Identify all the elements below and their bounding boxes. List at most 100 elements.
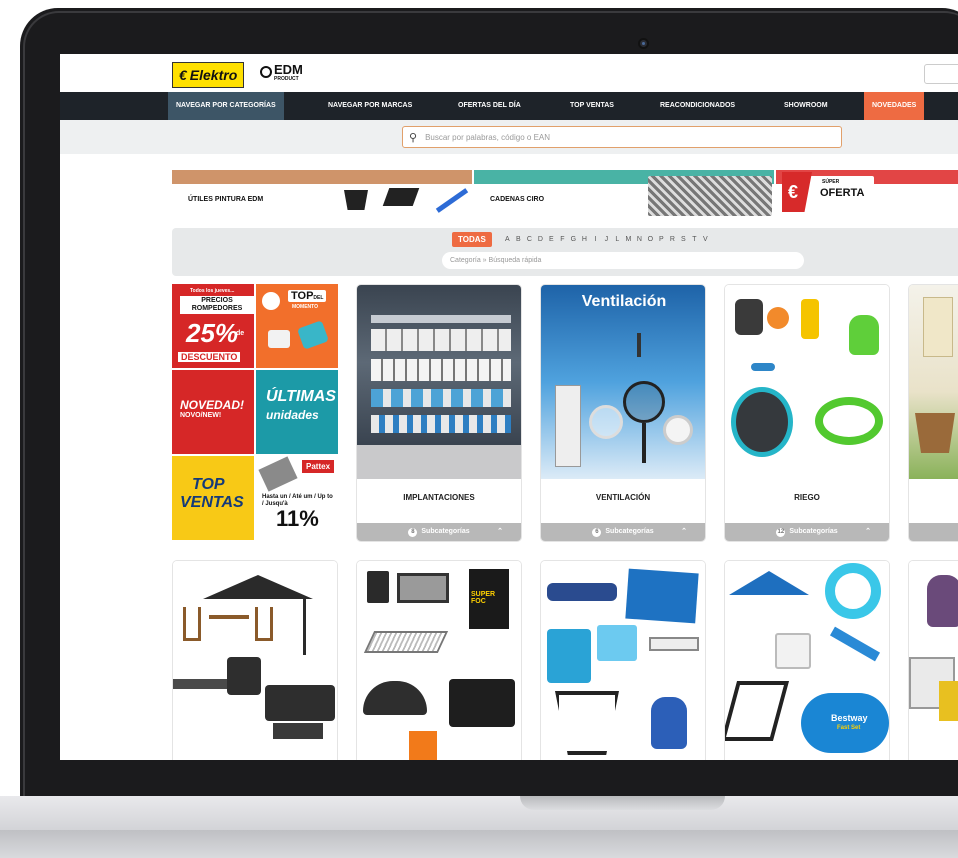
camping-table-icon — [649, 637, 699, 651]
sun-lounger-icon — [725, 681, 790, 741]
camping-chair-icon — [555, 691, 619, 755]
elektro-e-icon: € — [179, 67, 187, 83]
controller-icon — [801, 299, 819, 339]
nav-marcas[interactable]: NAVEGAR POR MARCAS — [328, 92, 412, 120]
category-card-mobiliario[interactable] — [172, 560, 338, 760]
charcoal-bag-icon: SUPER FOC — [469, 569, 509, 629]
filter-letter[interactable]: M — [623, 236, 634, 243]
category-card-ventilacion[interactable]: Ventilación VENTILACIÓN 6 Subcategorías ⌃ — [540, 284, 706, 542]
garden-products-image — [909, 285, 958, 479]
grill-grate-icon — [363, 631, 449, 653]
category-title: VENTILACIÓN — [595, 493, 651, 502]
category-card-piscina[interactable]: Bestway Fast Set — [724, 560, 890, 760]
air-mattress-icon — [547, 583, 617, 601]
ventilacion-image: Ventilación — [541, 285, 705, 479]
folding-chair-icon — [183, 607, 201, 641]
filter-letter[interactable]: V — [700, 236, 711, 243]
filter-letter[interactable]: E — [546, 236, 557, 243]
tower-fan-icon — [555, 385, 581, 467]
pest-control-image — [909, 561, 958, 760]
filter-letter[interactable]: H — [579, 236, 590, 243]
pressure-sprayer-icon — [849, 315, 879, 355]
subcategory-count: 6 — [592, 528, 602, 537]
promo-top-ventas[interactable]: TOP VENTAS — [172, 456, 254, 540]
barbecue-image: SUPER FOC — [357, 561, 521, 760]
edm-logo-text: EDM — [274, 62, 303, 77]
category-card-riego[interactable]: RIEGO 12 Subcategorías ⌃ — [724, 284, 890, 542]
filter-letter[interactable]: I — [590, 236, 601, 243]
promo-utiles-label: ÚTILES PINTURA EDM — [188, 196, 264, 203]
edm-ring-icon — [260, 66, 272, 78]
edm-logo[interactable]: EDM PRODUCT — [260, 62, 303, 82]
category-card-implantaciones[interactable]: IMPLANTACIONES 8 Subcategorías ⌃ — [356, 284, 522, 542]
promo-novedad[interactable]: NOVEDAD! NOVO/NEW! — [172, 370, 254, 454]
elektro-logo[interactable]: € Elektro — [172, 62, 245, 88]
filter-todas[interactable]: TODAS — [452, 232, 492, 247]
hose-reel-icon — [731, 387, 793, 457]
filter-letter[interactable]: R — [667, 236, 678, 243]
promo-25-descuento[interactable]: Todos los jueves... PRECIOS ROMPEDORES 2… — [172, 284, 254, 368]
bistro-table-icon — [209, 615, 249, 619]
header-input[interactable] — [924, 64, 958, 84]
nav-reacondicionados[interactable]: REACONDICIONADOS — [660, 92, 735, 120]
nav-novedades[interactable]: NOVEDADES — [864, 92, 925, 120]
category-card-camping[interactable] — [540, 560, 706, 760]
firelighters-icon — [409, 731, 437, 760]
category-card-barbacoas[interactable]: SUPER FOC — [356, 560, 522, 760]
stand-fan-icon — [623, 381, 665, 423]
promo-utiles-pintura[interactable]: ÚTILES PINTURA EDM — [172, 170, 472, 218]
riego-image — [725, 285, 889, 479]
category-card-partial[interactable] — [908, 284, 958, 542]
promo-cadenas-ciro[interactable]: CADENAS CIRO — [474, 170, 774, 218]
filter-letter[interactable]: T — [689, 236, 700, 243]
nav-ofertas[interactable]: OFERTAS DEL DÍA — [458, 92, 521, 120]
search-input[interactable]: ⚲ Buscar por palabras, código o EAN — [402, 126, 842, 148]
laptop-bottom — [0, 830, 958, 858]
filter-letter[interactable]: S — [678, 236, 689, 243]
gas-bottle-icon — [651, 697, 687, 749]
quick-search-input[interactable]: Categoría » Búsqueda rápida — [442, 252, 804, 269]
edm-logo-sub: PRODUCT — [274, 76, 299, 82]
subcategories-toggle[interactable]: 8 Subcategorías ⌃ — [357, 523, 521, 541]
parasol-icon — [203, 575, 313, 599]
chlorine-bucket-icon — [775, 633, 811, 669]
paint-tray-2-icon — [382, 188, 420, 206]
chains-image — [648, 176, 772, 216]
nav-showroom[interactable]: SHOWROOM — [784, 92, 828, 120]
pool-vacuum-icon — [829, 626, 881, 662]
filter-letter[interactable]: D — [535, 236, 546, 243]
paint-tray-icon — [344, 190, 368, 210]
category-card-partial-2[interactable] — [908, 560, 958, 760]
promo-cadenas-label: CADENAS CIRO — [490, 196, 545, 203]
promo-super-oferta[interactable]: € SÚPER OFERTA — [776, 170, 958, 218]
timer-icon — [735, 299, 763, 335]
promo-pattex[interactable]: Pattex Hasta un / Até um / Up to / Jusqu… — [256, 456, 338, 540]
subcategories-toggle[interactable]: 6 Subcategorías ⌃ — [541, 523, 705, 541]
filter-letter[interactable]: G — [568, 236, 579, 243]
ventilacion-image-title: Ventilación — [581, 293, 667, 310]
cooler-box-icon — [547, 629, 591, 683]
filter-letter[interactable]: O — [645, 236, 656, 243]
promo-top-momento[interactable]: TOPDEL MOMENTO — [256, 284, 338, 368]
implantaciones-image — [357, 285, 521, 479]
filter-letter[interactable]: F — [557, 236, 568, 243]
filter-letter[interactable]: C — [524, 236, 535, 243]
filter-letter[interactable]: L — [612, 236, 623, 243]
promo-ultimas-unidades[interactable]: ÚLTIMAS unidades — [256, 370, 338, 454]
filter-letter[interactable]: B — [513, 236, 524, 243]
smoker-grill-icon — [449, 679, 515, 727]
promo-grid: Todos los jueves... PRECIOS ROMPEDORES 2… — [172, 284, 338, 540]
nav-categorias[interactable]: NAVEGAR POR CATEGORÍAS — [168, 92, 284, 120]
filter-letter[interactable]: J — [601, 236, 612, 243]
filter-letter[interactable]: P — [656, 236, 667, 243]
owl-decoy-icon — [927, 575, 958, 627]
product-sprayer-icon — [297, 320, 329, 350]
subcategory-count: 12 — [776, 528, 786, 537]
subcategories-toggle[interactable]: 12 Subcategorías ⌃ — [725, 523, 889, 541]
nav-top-ventas[interactable]: TOP VENTAS — [570, 92, 614, 120]
folding-chair-icon — [255, 607, 273, 641]
filter-letter[interactable]: A — [502, 236, 513, 243]
filter-letter[interactable]: N — [634, 236, 645, 243]
armchair-icon — [227, 657, 261, 695]
sprinkler-icon — [767, 307, 789, 329]
